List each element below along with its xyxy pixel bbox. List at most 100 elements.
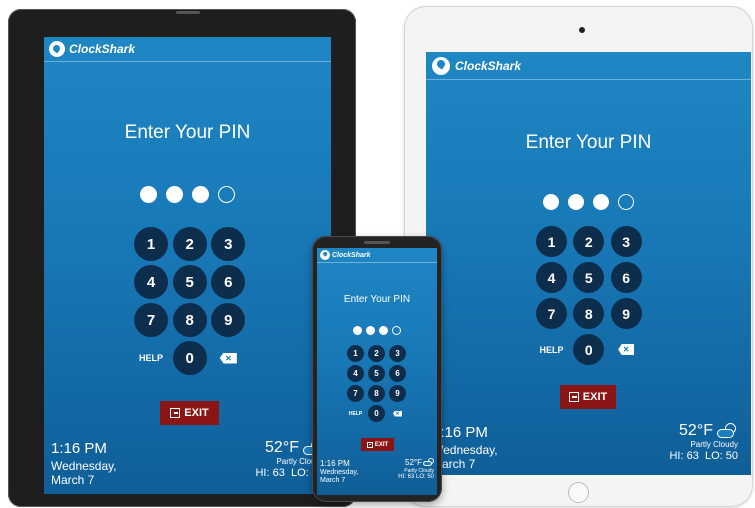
current-time: 1:16 PM: [320, 459, 350, 468]
current-time: 1:16 PM: [51, 440, 107, 457]
key-7[interactable]: 7: [536, 298, 567, 329]
key-5[interactable]: 5: [172, 265, 207, 299]
pin-indicator: [44, 186, 331, 203]
phone-screen: ClockShark Enter Your PIN 1 2 3 4 5 6 7 …: [317, 248, 437, 495]
pin-keypad: 1 2 3 4 5 6 7 8 9 HELP 0 ✕: [134, 227, 246, 375]
key-4[interactable]: 4: [347, 365, 364, 382]
pin-dot-filled: [543, 194, 559, 210]
help-button[interactable]: HELP: [347, 405, 364, 422]
key-3[interactable]: 3: [389, 345, 406, 362]
key-4[interactable]: 4: [134, 265, 168, 299]
backspace-button[interactable]: ✕: [389, 405, 406, 422]
weather-panel: 52°F Partly Cloudy HI: 63 LO: 50: [398, 458, 434, 481]
brand-name: ClockShark: [455, 58, 522, 73]
key-9[interactable]: 9: [211, 303, 246, 337]
pin-dot-filled: [366, 326, 375, 335]
key-8[interactable]: 8: [172, 303, 207, 337]
ipad-device: ClockShark Enter Your PIN 1 2 3 4 5 6 7 …: [404, 6, 753, 507]
key-8[interactable]: 8: [368, 385, 385, 402]
ipad-camera: [579, 27, 585, 33]
key-3[interactable]: 3: [211, 227, 246, 261]
clock-panel: 1:16 PM Wednesday, March 7: [320, 459, 358, 485]
weather-condition: Partly Cloudy: [690, 440, 738, 450]
key-6[interactable]: 6: [211, 265, 246, 299]
temperature: 52°F: [405, 458, 422, 467]
page-title: Enter Your PIN: [124, 122, 251, 143]
ipad-home-button[interactable]: [568, 482, 589, 503]
key-1[interactable]: 1: [134, 227, 168, 261]
current-day: Wednesday,: [51, 459, 117, 474]
key-4[interactable]: 4: [536, 262, 567, 293]
exit-icon: [170, 408, 181, 418]
key-2[interactable]: 2: [172, 227, 207, 261]
pin-dot-filled: [379, 326, 388, 335]
low-temp: LO: 50: [415, 473, 434, 480]
key-6[interactable]: 6: [389, 365, 406, 382]
backspace-icon: ✕: [393, 410, 402, 417]
key-5[interactable]: 5: [573, 262, 605, 293]
key-1[interactable]: 1: [536, 226, 567, 257]
android-tablet-device: ClockShark Enter Your PIN 1 2 3 4 5 6 7 …: [8, 9, 356, 507]
key-0[interactable]: 0: [368, 405, 385, 422]
key-1[interactable]: 1: [347, 345, 364, 362]
exit-button[interactable]: EXIT: [160, 401, 219, 425]
tablet-sensor: [176, 11, 200, 14]
key-9[interactable]: 9: [610, 298, 642, 329]
exit-icon: [568, 392, 579, 402]
help-button[interactable]: HELP: [134, 341, 168, 375]
clockshark-logo-icon: [49, 41, 65, 57]
current-date: March 7: [51, 473, 95, 488]
page-title: Enter Your PIN: [343, 294, 411, 305]
current-day: Wednesday,: [320, 469, 359, 477]
partly-cloudy-icon: [716, 422, 738, 440]
pin-dot-filled: [166, 186, 183, 203]
exit-button[interactable]: EXIT: [560, 385, 616, 409]
key-0[interactable]: 0: [573, 334, 605, 365]
ipad-screen: ClockShark Enter Your PIN 1 2 3 4 5 6 7 …: [426, 52, 751, 475]
tablet-screen: ClockShark Enter Your PIN 1 2 3 4 5 6 7 …: [44, 37, 331, 494]
pin-dot-filled: [353, 326, 362, 335]
clockshark-logo-icon: [320, 250, 330, 260]
pin-indicator: [317, 326, 437, 335]
pin-keypad: 1 2 3 4 5 6 7 8 9 HELP 0 ✕: [536, 226, 644, 365]
low-temp: LO: 50: [704, 449, 738, 462]
backspace-button[interactable]: ✕: [211, 341, 245, 375]
brand-name: ClockShark: [69, 42, 136, 56]
help-button[interactable]: HELP: [536, 334, 567, 365]
key-2[interactable]: 2: [368, 345, 385, 362]
pin-dot-empty: [618, 194, 634, 210]
key-7[interactable]: 7: [347, 385, 364, 402]
key-7[interactable]: 7: [134, 303, 168, 337]
high-temp: HI: 63: [669, 449, 699, 462]
key-9[interactable]: 9: [389, 385, 406, 402]
key-0[interactable]: 0: [172, 341, 207, 375]
page-title: Enter Your PIN: [525, 132, 652, 153]
key-3[interactable]: 3: [610, 226, 642, 257]
key-2[interactable]: 2: [573, 226, 605, 257]
key-8[interactable]: 8: [573, 298, 605, 329]
temperature: 52°F: [265, 439, 299, 456]
app-header: ClockShark: [426, 52, 751, 80]
temperature: 52°F: [679, 422, 713, 439]
brand-name: ClockShark: [332, 251, 371, 259]
key-5[interactable]: 5: [368, 365, 385, 382]
pin-dot-filled: [593, 194, 609, 210]
exit-button[interactable]: EXIT: [361, 438, 394, 451]
backspace-icon: ✕: [219, 352, 237, 364]
partly-cloudy-icon: [423, 458, 434, 467]
pin-dot-filled: [140, 186, 157, 203]
key-6[interactable]: 6: [610, 262, 642, 293]
clock-panel: 1:16 PM Wednesday, March 7: [51, 440, 117, 488]
pin-dot-empty: [218, 186, 235, 203]
pin-dot-empty: [392, 326, 401, 335]
backspace-icon: ✕: [618, 344, 635, 355]
pin-dot-filled: [192, 186, 209, 203]
app-header: ClockShark: [317, 248, 437, 263]
clockshark-logo-icon: [432, 56, 450, 75]
exit-icon: [366, 441, 373, 448]
backspace-button[interactable]: ✕: [611, 334, 642, 365]
app-header: ClockShark: [44, 37, 331, 62]
exit-label: EXIT: [374, 441, 389, 448]
weather-panel: 52°F Partly Cloudy HI: 63 LO: 50: [669, 421, 738, 463]
pin-keypad: 1 2 3 4 5 6 7 8 9 HELP 0 ✕: [347, 345, 408, 422]
